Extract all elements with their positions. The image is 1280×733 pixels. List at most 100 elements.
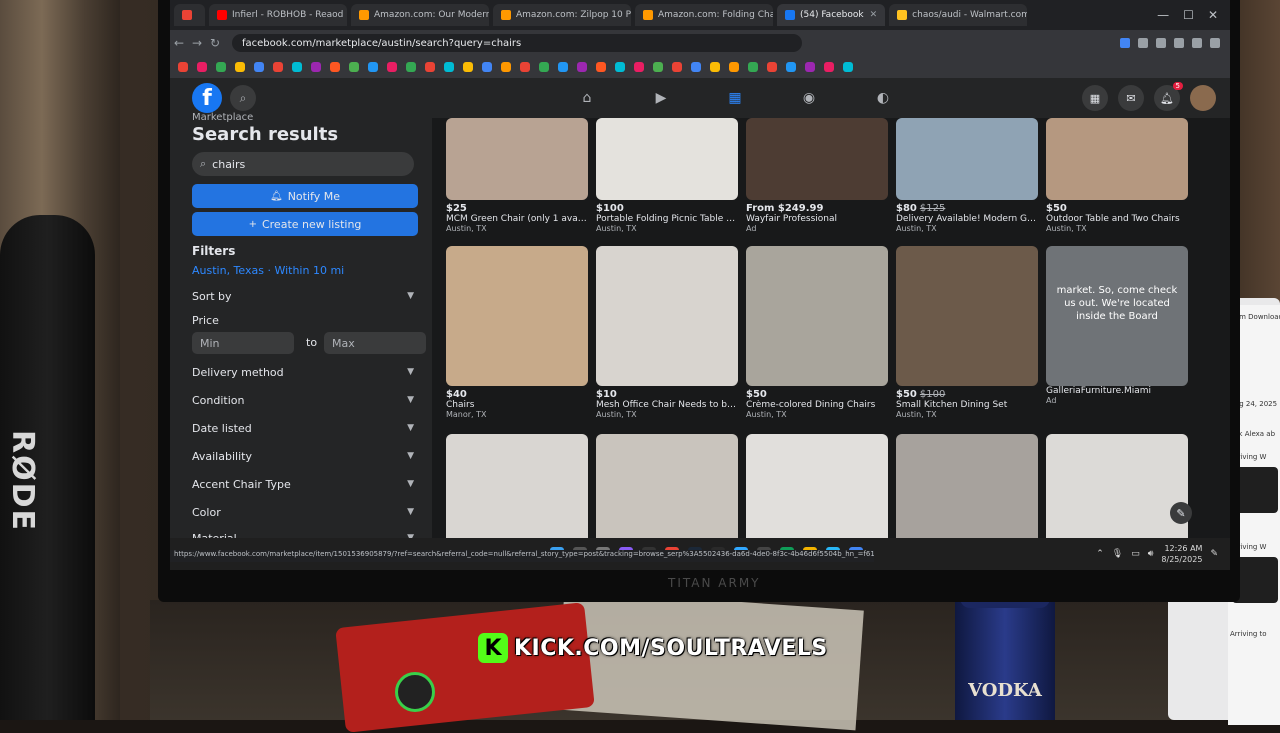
menu-grid-icon[interactable]: ▦ — [1082, 85, 1108, 111]
bookmark-icon[interactable] — [425, 62, 435, 72]
browser-tab[interactable]: Amazon.com: Folding Chairs — [635, 4, 773, 26]
bookmark-icon[interactable] — [216, 62, 226, 72]
bookmark-icon[interactable] — [577, 62, 587, 72]
groups-icon[interactable]: ◉ — [798, 87, 820, 109]
video-icon[interactable]: ▶ — [650, 87, 672, 109]
bookmark-icon[interactable] — [501, 62, 511, 72]
bookmark-icon[interactable] — [805, 62, 815, 72]
browser-tab[interactable]: Amazon.com: Our Modern fo — [351, 4, 489, 26]
bookmark-icon[interactable] — [634, 62, 644, 72]
microphone-icon[interactable]: 🎙︎ — [1112, 549, 1123, 559]
listing-card[interactable]: $40 Chairs Manor, TX — [446, 246, 588, 419]
bookmark-icon[interactable] — [292, 62, 302, 72]
listing-card[interactable]: $50 Crème-colored Dining Chairs Austin, … — [746, 246, 888, 419]
listing-card[interactable] — [446, 434, 588, 550]
bookmark-icon[interactable] — [178, 62, 188, 72]
listing-card[interactable]: $100 Portable Folding Picnic Table and T… — [596, 118, 738, 233]
browser-tab-active[interactable]: (54) Facebook ✕ — [777, 4, 886, 26]
search-input[interactable]: ⌕ chairs — [192, 152, 414, 176]
bookmark-icon[interactable] — [843, 62, 853, 72]
bookmark-icon[interactable] — [672, 62, 682, 72]
listing-card[interactable]: $50 Outdoor Table and Two Chairs Austin,… — [1046, 118, 1188, 233]
bookmark-icon[interactable] — [254, 62, 264, 72]
maximize-icon[interactable]: ☐ — [1183, 8, 1194, 22]
chevron-up-icon[interactable]: ⌃ — [1096, 549, 1104, 559]
gaming-icon[interactable]: ◐ — [872, 87, 894, 109]
extension-icon[interactable] — [1156, 38, 1166, 48]
back-icon[interactable]: ← — [170, 36, 188, 50]
close-window-icon[interactable]: ✕ — [1208, 8, 1218, 22]
create-listing-button[interactable]: + Create new listing — [192, 212, 418, 236]
filter-condition[interactable]: Condition ▼ — [192, 390, 414, 410]
bookmark-icon[interactable] — [710, 62, 720, 72]
bookmark-icon[interactable] — [463, 62, 473, 72]
notifications-icon[interactable]: 🔔︎ 5 — [1154, 82, 1183, 111]
bookmark-icon[interactable] — [767, 62, 777, 72]
price-max-input[interactable]: Max — [324, 332, 426, 354]
menu-icon[interactable] — [1210, 38, 1220, 48]
listing-card[interactable] — [896, 434, 1038, 550]
bookmark-icon[interactable] — [824, 62, 834, 72]
filter-delivery-method[interactable]: Delivery method ▼ — [192, 362, 414, 382]
marketplace-icon[interactable]: ▦ — [724, 87, 746, 109]
facebook-logo[interactable]: f — [192, 83, 222, 113]
notification-center-icon[interactable]: ✎ — [1210, 549, 1218, 559]
extension-icon[interactable] — [1192, 38, 1202, 48]
bookmark-icon[interactable] — [520, 62, 530, 72]
listing-card[interactable]: From $249.99 Wayfair Professional Ad — [746, 118, 888, 233]
listing-card[interactable]: $50 $100 Small Kitchen Dining Set Austin,… — [896, 246, 1038, 419]
browser-tab[interactable]: chaos/audi - Walmart.com — [889, 4, 1028, 26]
bookmark-icon[interactable] — [235, 62, 245, 72]
bookmark-icon[interactable] — [330, 62, 340, 72]
bookmark-icon[interactable] — [786, 62, 796, 72]
forward-icon[interactable]: → — [188, 36, 206, 50]
listing-card[interactable]: $25 MCM Green Chair (only 1 available) A… — [446, 118, 588, 233]
filter-color[interactable]: Color ▼ — [192, 502, 414, 522]
avatar[interactable] — [1190, 85, 1216, 111]
bookmark-icon[interactable] — [197, 62, 207, 72]
sort-by-dropdown[interactable]: Sort by ▼ — [192, 286, 414, 306]
listing-card[interactable] — [746, 434, 888, 550]
bookmark-icon[interactable] — [368, 62, 378, 72]
filter-accent-chair-type[interactable]: Accent Chair Type ▼ — [192, 474, 414, 494]
bookmark-icon[interactable] — [653, 62, 663, 72]
listing-card[interactable] — [596, 434, 738, 550]
bookmark-icon[interactable] — [539, 62, 549, 72]
bookmark-icon[interactable] — [349, 62, 359, 72]
compose-message-icon[interactable]: ✎ — [1170, 502, 1192, 524]
close-tab-icon[interactable]: ✕ — [870, 10, 878, 20]
bookmark-icon[interactable] — [558, 62, 568, 72]
bookmark-icon[interactable] — [387, 62, 397, 72]
listing-card[interactable]: $10 Mesh Office Chair Needs to be gon...… — [596, 246, 738, 419]
extension-icon[interactable] — [1120, 38, 1130, 48]
reload-icon[interactable]: ↻ — [206, 36, 224, 50]
clock[interactable]: 12:26 AM 8/25/2025 — [1161, 543, 1202, 565]
extension-icon[interactable] — [1138, 38, 1148, 48]
bookmark-icon[interactable] — [444, 62, 454, 72]
bookmark-icon[interactable] — [406, 62, 416, 72]
bookmark-icon[interactable] — [482, 62, 492, 72]
search-icon[interactable]: ⌕ — [230, 85, 256, 111]
bookmark-icon[interactable] — [596, 62, 606, 72]
browser-tab[interactable]: Infierl - ROBHOB - Reaod✕ — [209, 4, 347, 26]
notify-me-button[interactable]: 🔔︎ Notify Me — [192, 184, 418, 208]
price-min-input[interactable]: Min — [192, 332, 294, 354]
home-icon[interactable]: ⌂ — [576, 87, 598, 109]
minimize-icon[interactable]: — — [1157, 8, 1169, 22]
volume-icon[interactable]: 🔊︎ — [1148, 549, 1154, 559]
listing-card-ad[interactable]: market. So, come check us out. We're loc… — [1046, 246, 1188, 405]
messenger-icon[interactable]: ✉ — [1118, 85, 1144, 111]
bookmark-icon[interactable] — [748, 62, 758, 72]
listing-card[interactable] — [1046, 434, 1188, 550]
bookmark-icon[interactable] — [691, 62, 701, 72]
listing-card[interactable]: $80$125 Delivery Available! Modern Gray … — [896, 118, 1038, 233]
bookmark-icon[interactable] — [729, 62, 739, 72]
breadcrumb[interactable]: Marketplace — [192, 112, 253, 123]
network-icon[interactable]: ▭ — [1131, 549, 1140, 559]
bookmark-icon[interactable] — [615, 62, 625, 72]
bookmark-icon[interactable] — [273, 62, 283, 72]
filter-availability[interactable]: Availability ▼ — [192, 446, 414, 466]
browser-tab[interactable]: Amazon.com: Zilpop 10 Pack — [493, 4, 631, 26]
filter-date-listed[interactable]: Date listed ▼ — [192, 418, 414, 438]
bookmark-icon[interactable] — [311, 62, 321, 72]
